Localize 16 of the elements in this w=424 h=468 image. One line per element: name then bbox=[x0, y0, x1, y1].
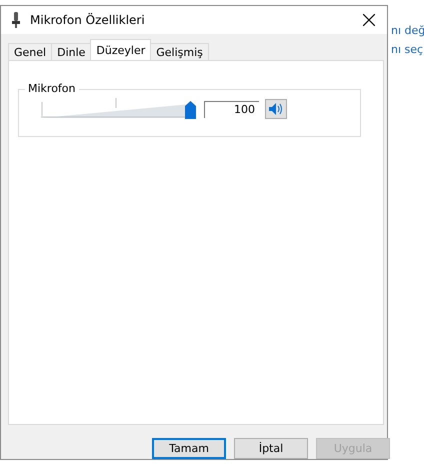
volume-slider[interactable] bbox=[41, 98, 196, 120]
background-link[interactable]: nı değ bbox=[391, 24, 424, 37]
close-icon[interactable] bbox=[363, 14, 375, 26]
tab[interactable]: Gelişmiş bbox=[150, 43, 209, 60]
mute-button[interactable] bbox=[265, 99, 287, 120]
speaker-icon bbox=[269, 103, 283, 116]
window-title: Mikrofon Özellikleri bbox=[30, 13, 146, 28]
tab[interactable]: Düzeyler bbox=[90, 39, 152, 60]
level-value-field[interactable]: 100 bbox=[204, 100, 259, 118]
microphone-icon bbox=[11, 12, 21, 28]
slider-thumb[interactable] bbox=[185, 101, 196, 120]
group-label: Mikrofon bbox=[25, 82, 79, 96]
dialog-button[interactable]: İptal bbox=[234, 438, 308, 459]
background-link[interactable]: nı seç bbox=[391, 43, 424, 56]
dialog-button[interactable]: Tamam bbox=[152, 438, 226, 459]
tab[interactable]: Genel bbox=[8, 43, 52, 60]
